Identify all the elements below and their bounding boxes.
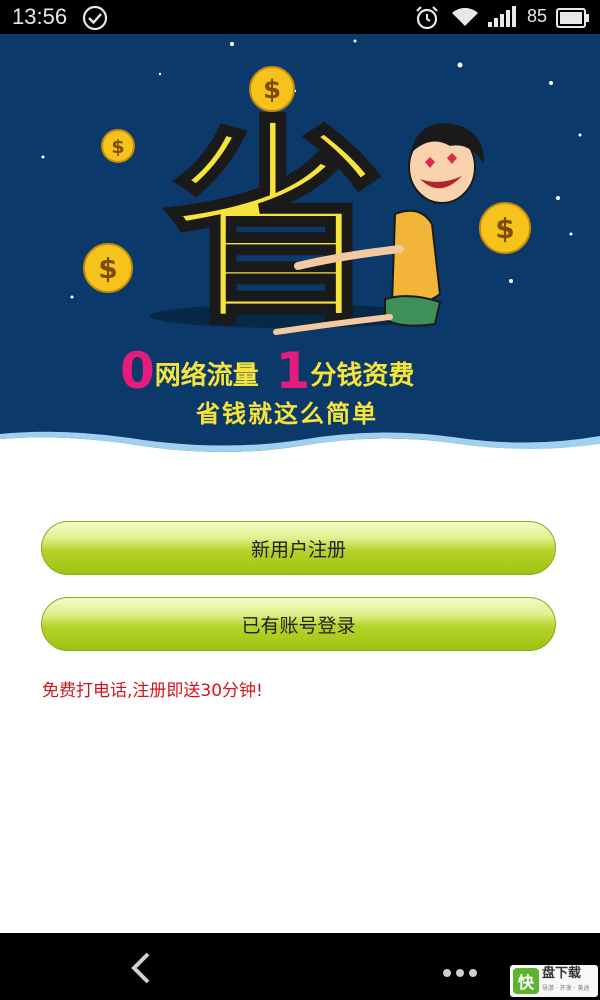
svg-text:$: $	[98, 252, 117, 285]
watermark-title-text: 盘下载	[542, 966, 582, 981]
more-icon[interactable]	[442, 963, 478, 982]
coin-icon: $	[479, 202, 531, 254]
check-circle-icon	[82, 5, 108, 35]
promo-text-fee: 分钱资费	[310, 361, 415, 391]
promo-one: 1	[275, 342, 311, 400]
coin-icon: $	[101, 129, 135, 163]
watermark-badge: 快	[513, 968, 539, 994]
watermark-logo: 快 盘下载 导游 · 开发 · 美途	[510, 965, 598, 997]
signal-icon	[488, 6, 520, 32]
register-button-label: 新用户注册	[250, 538, 346, 561]
wifi-icon	[451, 6, 479, 32]
register-button[interactable]: 新用户注册	[41, 521, 556, 575]
watermark-sub: 导游 · 开发 · 美途	[542, 985, 590, 992]
coin-icon: $	[83, 243, 133, 293]
battery-level: 85	[527, 6, 548, 26]
promo-note: 免费打电话,注册即送30分钟!	[42, 681, 263, 701]
back-icon[interactable]	[126, 951, 156, 989]
promo-slogan: 省钱就这么简单	[196, 400, 378, 428]
battery-icon	[556, 8, 590, 32]
status-time: 13:56	[12, 4, 68, 29]
svg-text:$: $	[495, 212, 514, 245]
promo-headline: 0网络流量 1分钱资费	[120, 342, 520, 402]
login-button-label: 已有账号登录	[241, 614, 356, 637]
alarm-icon	[414, 5, 440, 35]
promo-banner: $ $ $ $ 省 0网络流量 1分钱资费 省钱就这么简单	[0, 34, 600, 466]
promo-zero: 0	[120, 342, 155, 400]
login-button[interactable]: 已有账号登录	[41, 597, 556, 651]
promo-text-traffic: 网络流量	[154, 361, 259, 391]
status-bar: 13:56 85	[0, 0, 600, 34]
big-character: 省	[165, 98, 385, 354]
watermark-title: 盘下载 导游 · 开发 · 美途	[542, 967, 589, 995]
svg-text:$: $	[111, 136, 124, 158]
